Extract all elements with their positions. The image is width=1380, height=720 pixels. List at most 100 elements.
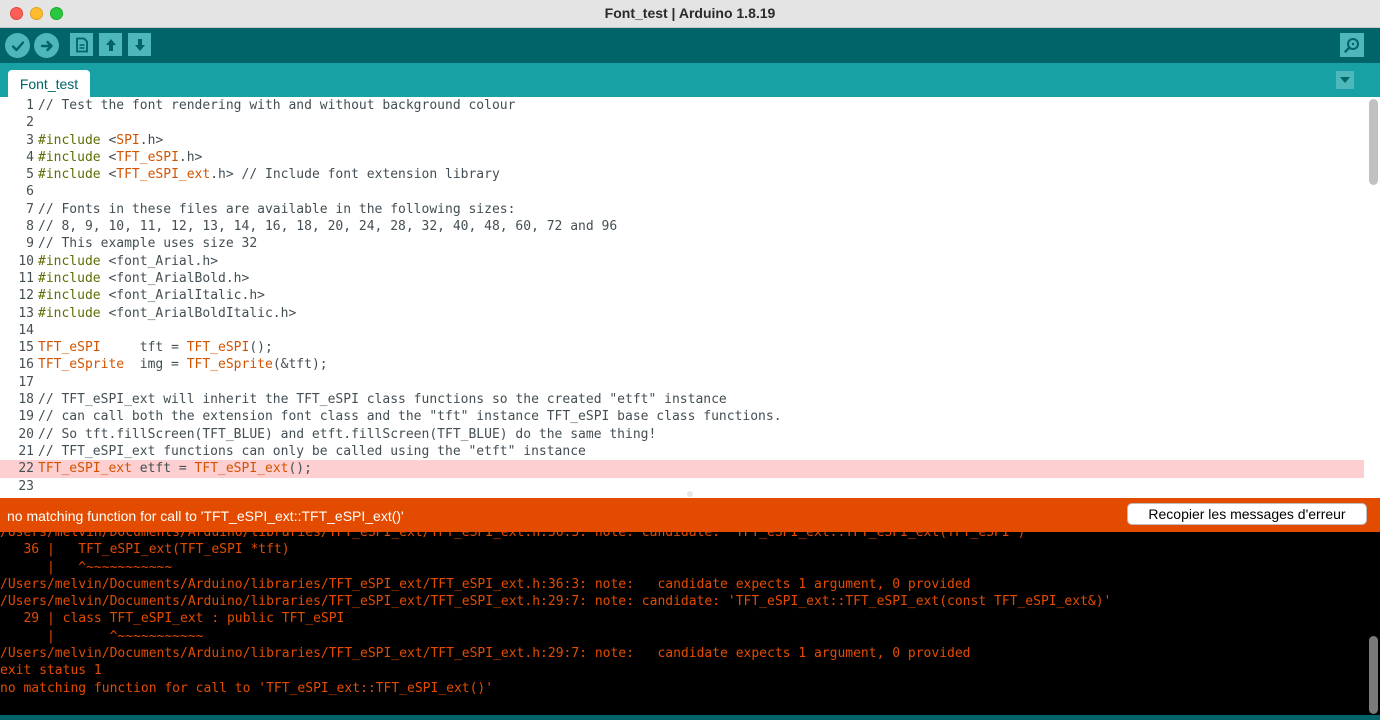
code-line[interactable]: 10 #include <font_Arial.h> bbox=[0, 253, 1364, 270]
line-number: 2 bbox=[26, 115, 34, 131]
line-number: 7 bbox=[26, 201, 34, 217]
console-lines: /Users/melvin/Documents/Arduino/librarie… bbox=[0, 532, 1380, 697]
line-number: 16 bbox=[18, 357, 34, 373]
code-editor[interactable]: 1 // Test the font rendering with and wit… bbox=[0, 97, 1380, 490]
status-bar bbox=[0, 715, 1380, 720]
code-line[interactable]: 12 #include <font_ArialItalic.h> bbox=[0, 287, 1364, 304]
code-line[interactable]: 15 TFT_eSPI tft = TFT_eSPI(); bbox=[0, 339, 1364, 356]
code-line[interactable]: 21// TFT_eSPI_ext functions can only be … bbox=[0, 443, 1364, 460]
line-code: // 8, 9, 10, 11, 12, 13, 14, 16, 18, 20,… bbox=[38, 219, 618, 235]
console-line: /Users/melvin/Documents/Arduino/librarie… bbox=[0, 594, 1112, 610]
line-number: 1 bbox=[26, 98, 34, 113]
line-code: TFT_eSPI tft = TFT_eSPI(); bbox=[38, 340, 273, 356]
save-sketch-button[interactable] bbox=[128, 33, 151, 56]
line-code: // Fonts in these files are available in… bbox=[38, 201, 516, 217]
copy-error-messages-button[interactable]: Recopier les messages d'erreur bbox=[1127, 503, 1367, 525]
console-line: no matching function for call to 'TFT_eS… bbox=[0, 680, 494, 696]
code-line[interactable]: 14 bbox=[0, 322, 1364, 339]
tab-menu-button[interactable] bbox=[1336, 71, 1354, 89]
line-code: // This example uses size 32 bbox=[38, 236, 258, 252]
serial-monitor-button[interactable] bbox=[1340, 33, 1364, 57]
line-number: 13 bbox=[18, 305, 34, 321]
line-code: // So tft.fillScreen(TFT_BLUE) and etft.… bbox=[38, 426, 657, 442]
console-line: 36 | TFT_eSPI_ext(TFT_eSPI *tft) bbox=[0, 542, 290, 558]
line-code: #include <font_ArialBoldItalic.h> bbox=[38, 305, 297, 321]
toolbar bbox=[0, 28, 1380, 63]
code-line[interactable]: 11 #include <font_ArialBold.h> bbox=[0, 270, 1364, 287]
console-output[interactable]: /Users/melvin/Documents/Arduino/librarie… bbox=[0, 532, 1380, 715]
code-line[interactable]: 1 // Test the font rendering with and wit… bbox=[0, 97, 1364, 114]
code-line[interactable]: 2 bbox=[0, 114, 1364, 131]
line-number: 12 bbox=[18, 288, 34, 304]
error-message: no matching function for call to 'TFT_eS… bbox=[7, 508, 404, 524]
code-line[interactable]: 4 #include <TFT_eSPI.h> bbox=[0, 149, 1364, 166]
tab-font-test[interactable]: Font_test bbox=[8, 70, 90, 97]
code-line[interactable]: 18// TFT_eSPI_ext will inherit the TFT_e… bbox=[0, 391, 1364, 408]
line-number: 21 bbox=[18, 443, 34, 459]
line-number: 5 bbox=[26, 167, 34, 183]
verify-button[interactable] bbox=[5, 33, 30, 58]
console-line: | ^~~~~~~~~~~~ bbox=[0, 628, 204, 644]
line-number: 22 bbox=[18, 461, 34, 477]
upload-button[interactable] bbox=[34, 33, 59, 58]
line-number: 11 bbox=[18, 270, 34, 286]
console-line: 29 | class TFT_eSPI_ext : public TFT_eSP… bbox=[0, 611, 345, 627]
line-code: TFT_eSPI_ext etft = TFT_eSPI_ext(); bbox=[38, 461, 312, 477]
line-number: 15 bbox=[18, 340, 34, 356]
line-number: 17 bbox=[18, 374, 34, 390]
console-line: /Users/melvin/Documents/Arduino/librarie… bbox=[0, 576, 971, 592]
code-line[interactable]: 5 #include <TFT_eSPI_ext.h> // Include fo… bbox=[0, 166, 1364, 183]
console-scrollbar-thumb[interactable] bbox=[1369, 636, 1378, 714]
code-line[interactable]: 22 TFT_eSPI_ext etft = TFT_eSPI_ext(); bbox=[0, 460, 1364, 478]
splitter[interactable] bbox=[0, 490, 1380, 498]
title-bar: Font_test | Arduino 1.8.19 bbox=[0, 0, 1380, 28]
tab-bar: Font_test bbox=[0, 63, 1380, 97]
line-code: #include <TFT_eSPI.h> bbox=[38, 149, 203, 165]
magnifier-icon bbox=[1344, 38, 1359, 53]
line-code: // can call both the extension font clas… bbox=[38, 409, 782, 425]
console-line: /Users/melvin/Documents/Arduino/librarie… bbox=[0, 646, 971, 662]
code-line[interactable]: 7// Fonts in these files are available i… bbox=[0, 201, 1364, 218]
console-line: exit status 1 bbox=[0, 663, 102, 679]
line-code: #include <TFT_eSPI_ext.h> // Include fon… bbox=[38, 167, 500, 183]
line-number: 4 bbox=[26, 149, 34, 165]
console-line: /Users/melvin/Documents/Arduino/librarie… bbox=[0, 532, 1034, 540]
code-line[interactable]: 19// can call both the extension font cl… bbox=[0, 408, 1364, 425]
new-file-icon bbox=[75, 37, 88, 52]
code-line[interactable]: 9// This example uses size 32 bbox=[0, 235, 1364, 252]
check-icon bbox=[11, 40, 24, 51]
line-code: #include <font_Arial.h> bbox=[38, 253, 219, 269]
code-line[interactable]: 16 TFT_eSprite img = TFT_eSprite(&tft); bbox=[0, 356, 1364, 373]
console-line: | ^~~~~~~~~~~~ bbox=[0, 559, 173, 575]
line-code: #include <font_ArialItalic.h> bbox=[38, 288, 265, 304]
editor-scrollbar[interactable] bbox=[1369, 99, 1378, 484]
new-sketch-button[interactable] bbox=[70, 33, 93, 56]
code-line[interactable]: 8// 8, 9, 10, 11, 12, 13, 14, 16, 18, 20… bbox=[0, 218, 1364, 235]
arrow-right-icon bbox=[40, 40, 53, 51]
line-number: 8 bbox=[26, 219, 34, 235]
line-number: 9 bbox=[26, 236, 34, 252]
line-code: // TFT_eSPI_ext will inherit the TFT_eSP… bbox=[38, 392, 727, 408]
arrow-down-icon bbox=[134, 38, 145, 51]
arrow-up-icon bbox=[105, 38, 116, 51]
editor-scrollbar-thumb[interactable] bbox=[1369, 99, 1378, 185]
splitter-grip[interactable] bbox=[687, 491, 693, 497]
line-number: 23 bbox=[18, 478, 34, 490]
line-number: 18 bbox=[18, 392, 34, 408]
code-line[interactable]: 6 bbox=[0, 183, 1364, 200]
line-number: 3 bbox=[26, 132, 34, 148]
error-bar: no matching function for call to 'TFT_eS… bbox=[0, 498, 1380, 532]
line-number: 6 bbox=[26, 184, 34, 200]
line-number: 10 bbox=[18, 253, 34, 269]
code-lines: 1 // Test the font rendering with and wit… bbox=[0, 97, 1364, 490]
code-line[interactable]: 3 #include <SPI.h> bbox=[0, 132, 1364, 149]
open-sketch-button[interactable] bbox=[99, 33, 122, 56]
code-line[interactable]: 20// So tft.fillScreen(TFT_BLUE) and etf… bbox=[0, 426, 1364, 443]
code-line[interactable]: 13 #include <font_ArialBoldItalic.h> bbox=[0, 305, 1364, 322]
code-line[interactable]: 23 bbox=[0, 478, 1364, 490]
line-code: // TFT_eSPI_ext functions can only be ca… bbox=[38, 443, 586, 459]
line-code: // Test the font rendering with and with… bbox=[38, 98, 516, 113]
line-number: 14 bbox=[18, 322, 34, 338]
window-title: Font_test | Arduino 1.8.19 bbox=[604, 5, 776, 21]
code-line[interactable]: 17 bbox=[0, 374, 1364, 391]
